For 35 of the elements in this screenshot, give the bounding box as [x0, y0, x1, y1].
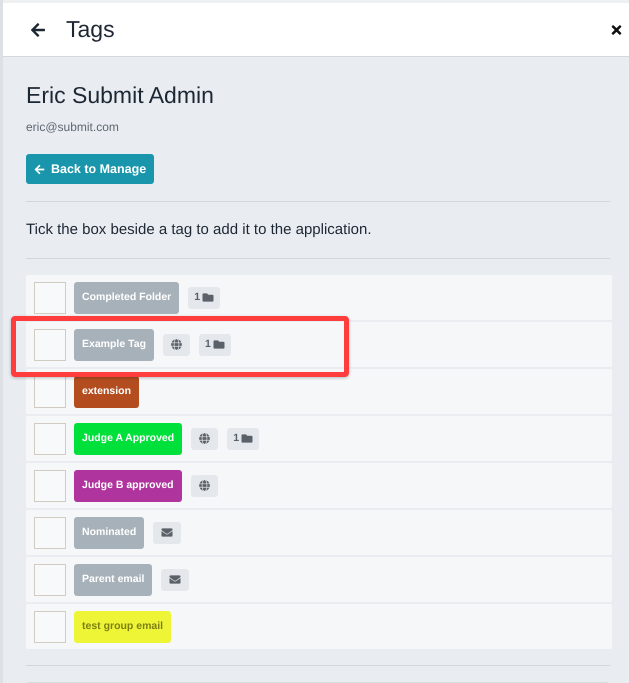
globe-icon: [199, 433, 210, 444]
folder-count: 1: [194, 292, 200, 303]
tag-label[interactable]: Completed Folder: [74, 282, 180, 314]
envelope-icon: [169, 574, 182, 585]
back-to-manage-button[interactable]: Back to Manage: [26, 154, 154, 184]
tag-label[interactable]: extension: [74, 376, 140, 408]
close-icon[interactable]: [610, 22, 623, 36]
tag-checkbox[interactable]: [34, 328, 66, 360]
tag-label[interactable]: Parent email: [74, 564, 152, 596]
page-title: Tags: [66, 15, 115, 44]
tag-checkbox[interactable]: [34, 610, 66, 642]
tag-label[interactable]: Nominated: [74, 516, 144, 548]
tag-checkbox[interactable]: [34, 516, 66, 548]
instruction-text: Tick the box beside a tag to add it to the application.: [26, 220, 372, 240]
tag-label[interactable]: Judge B approved: [74, 470, 182, 502]
tag-label[interactable]: test group email: [74, 610, 172, 642]
user-name: Eric Submit Admin: [26, 81, 215, 109]
user-email: eric@submit.com: [26, 119, 120, 135]
envelope-icon: [161, 527, 174, 538]
back-arrow-icon[interactable]: [30, 22, 46, 38]
folder-icon: [241, 433, 254, 444]
tag-checkbox[interactable]: [34, 564, 66, 596]
tag-checkbox[interactable]: [34, 470, 66, 502]
folder-count: 1: [205, 339, 211, 350]
tag-checkbox[interactable]: [34, 422, 66, 454]
folder-icon: [202, 292, 214, 303]
folder-icon: [212, 339, 225, 350]
tag-label[interactable]: Judge A Approved: [74, 422, 182, 454]
tag-label[interactable]: Example Tag: [74, 328, 154, 360]
globe-icon: [171, 339, 182, 350]
back-arrow-icon: [34, 164, 45, 174]
tag-checkbox[interactable]: [34, 376, 66, 408]
folder-count: 1: [233, 433, 240, 444]
tag-checkbox[interactable]: [34, 282, 66, 314]
globe-icon: [198, 480, 210, 491]
